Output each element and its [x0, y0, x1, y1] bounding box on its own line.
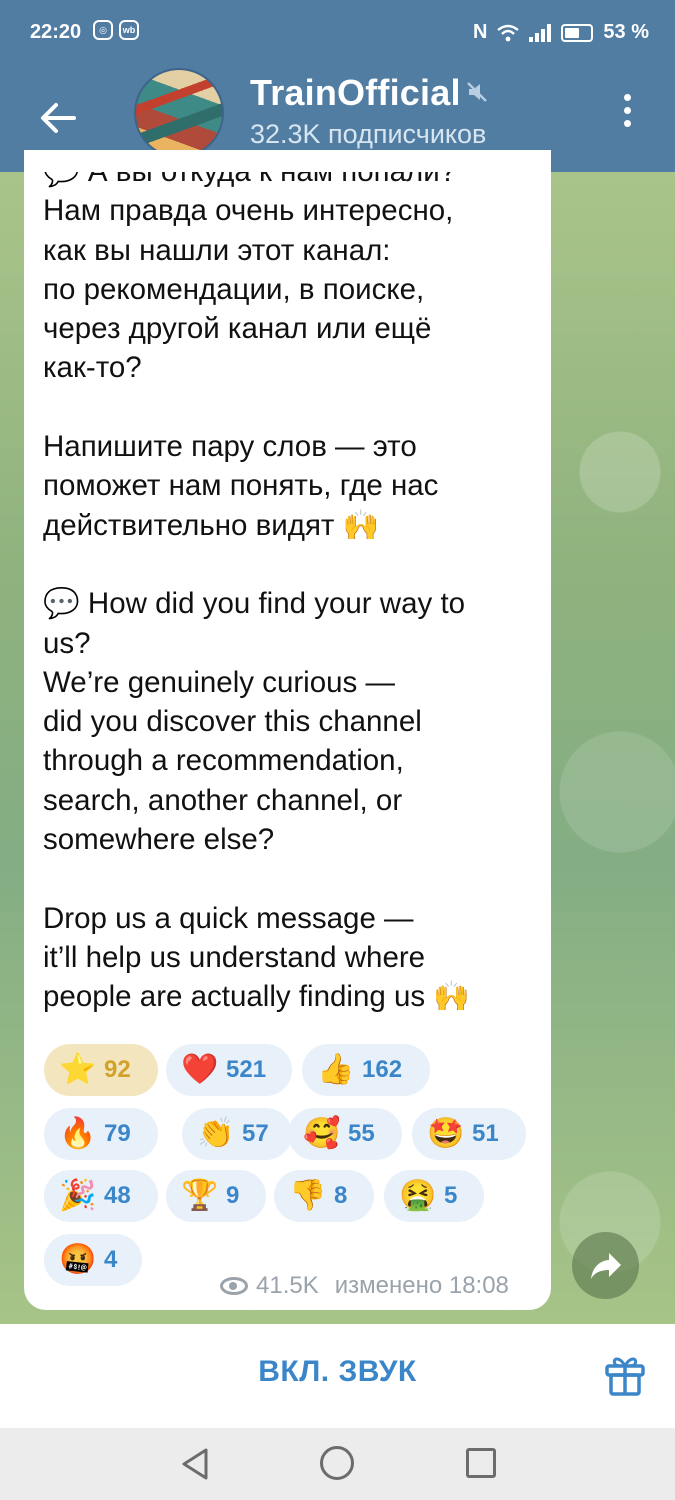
nav-back-icon[interactable] [178, 1446, 214, 1482]
reaction-emoji-icon: ⭐ [59, 1053, 97, 1086]
nav-recents-icon[interactable] [466, 1448, 496, 1478]
reaction-emoji-icon: 🥰 [303, 1117, 341, 1150]
reaction-chip[interactable]: 🤬 4 [44, 1234, 142, 1286]
message-text: 💬 А вы откуда к нам попали? Нам правда о… [43, 172, 471, 1014]
reaction-chip[interactable]: 👏 57 [182, 1108, 292, 1160]
reaction-count: 9 [226, 1182, 240, 1209]
reaction-chip[interactable]: 🔥 79 [44, 1108, 158, 1160]
signal-icon [529, 23, 552, 42]
status-time: 22:20 [30, 21, 82, 43]
reaction-emoji-icon: 🤬 [59, 1243, 97, 1276]
view-count: 41.5K [256, 1272, 319, 1299]
nav-home-icon[interactable] [320, 1446, 354, 1480]
reaction-emoji-icon: 🎉 [59, 1179, 97, 1212]
reaction-count: 57 [242, 1120, 269, 1147]
reaction-count: 8 [334, 1182, 348, 1209]
reaction-count: 162 [362, 1056, 403, 1083]
chat-background: 💬 А вы откуда к нам попали? Нам правда о… [0, 150, 675, 1324]
reaction-chip[interactable]: 🎉 48 [44, 1170, 158, 1222]
battery-percent: 53 % [603, 21, 649, 43]
back-arrow-icon[interactable] [36, 96, 80, 140]
channel-title[interactable]: TrainOfficial [250, 72, 461, 114]
reaction-emoji-icon: 🤮 [399, 1179, 437, 1212]
reaction-emoji-icon: 🔥 [59, 1117, 97, 1150]
reaction-chip[interactable]: 👍 162 [302, 1044, 430, 1096]
muted-speaker-icon [467, 82, 487, 102]
status-right: N 53 % [473, 21, 649, 44]
reaction-count: 51 [472, 1120, 499, 1147]
reaction-emoji-icon: 🏆 [181, 1179, 219, 1212]
reaction-chip[interactable]: 🤩 51 [412, 1108, 526, 1160]
bottom-bar: ВКЛ. ЗВУК [0, 1324, 675, 1428]
reaction-chip[interactable]: 🤮 5 [384, 1170, 484, 1222]
more-options-icon[interactable] [619, 94, 635, 132]
reaction-count: 4 [104, 1246, 118, 1273]
reaction-count: 521 [226, 1056, 267, 1083]
reaction-chip[interactable]: 👎 8 [274, 1170, 374, 1222]
edited-time: изменено 18:08 [334, 1272, 509, 1299]
battery-icon [561, 23, 594, 42]
reaction-count: 92 [104, 1056, 131, 1083]
subscriber-count: 32.3K подписчиков [250, 119, 487, 149]
reaction-emoji-icon: 🤩 [427, 1117, 465, 1150]
reaction-count: 5 [444, 1182, 458, 1209]
reaction-emoji-icon: ❤️ [181, 1053, 219, 1086]
forward-button[interactable] [572, 1232, 639, 1299]
share-arrow-icon [590, 1252, 621, 1279]
reaction-chip[interactable]: ❤️ 521 [166, 1044, 292, 1096]
unmute-button[interactable]: ВКЛ. ЗВУК [0, 1324, 675, 1428]
reaction-emoji-icon: 👍 [317, 1053, 355, 1086]
status-bar: 22:20 ◎ wb N 53 % [0, 0, 675, 68]
message-bubble[interactable]: 💬 А вы откуда к нам попали? Нам правда о… [24, 150, 551, 1310]
reaction-emoji-icon: 👏 [197, 1117, 235, 1150]
gift-icon[interactable] [602, 1352, 648, 1398]
message-clip: 💬 А вы откуда к нам попали? Нам правда о… [24, 172, 551, 1032]
system-nav-bar [0, 1428, 675, 1500]
reaction-count: 79 [104, 1120, 131, 1147]
status-left-icons: ◎ wb [93, 20, 139, 40]
reaction-chip[interactable]: ⭐ 92 [44, 1044, 158, 1096]
nfc-icon: N [472, 21, 488, 43]
channel-avatar[interactable] [134, 68, 224, 158]
reaction-count: 48 [104, 1182, 131, 1209]
reaction-emoji-icon: 👎 [289, 1179, 327, 1212]
reaction-chip[interactable]: 🏆 9 [166, 1170, 266, 1222]
wb-app-icon: wb [119, 20, 139, 40]
eye-icon [220, 1277, 248, 1295]
message-meta: 41.5K изменено 18:08 [220, 1272, 509, 1300]
wifi-icon [497, 24, 520, 41]
reaction-count: 55 [348, 1120, 375, 1147]
instagram-icon: ◎ [93, 20, 113, 40]
reaction-chip[interactable]: 🥰 55 [288, 1108, 402, 1160]
